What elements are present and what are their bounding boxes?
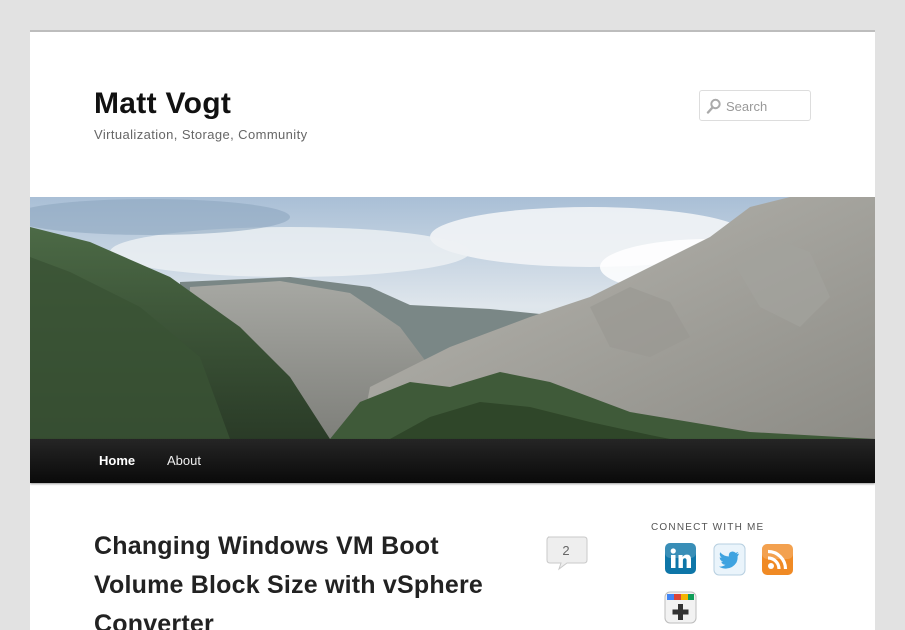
post-title[interactable]: Changing Windows VM Boot Volume Block Si… (94, 527, 514, 630)
main-nav: Home About (30, 439, 875, 483)
widget-title: CONNECT WITH ME (651, 522, 765, 533)
page-container: Matt Vogt Virtualization, Storage, Commu… (30, 30, 875, 630)
comment-count: 2 (562, 543, 570, 558)
nav-item-home[interactable]: Home (99, 439, 135, 483)
search-box[interactable] (699, 90, 811, 121)
search-icon (706, 98, 721, 114)
rss-icon[interactable] (761, 543, 794, 576)
search-input[interactable] (726, 96, 806, 116)
google-plus-icon[interactable] (664, 591, 697, 624)
header-banner-image (30, 197, 875, 439)
linkedin-icon[interactable] (664, 542, 697, 575)
twitter-icon[interactable] (713, 543, 746, 576)
comment-count-bubble[interactable]: 2 (545, 535, 589, 571)
nav-item-about[interactable]: About (167, 439, 201, 483)
site-title[interactable]: Matt Vogt (94, 87, 231, 121)
mountain-landscape-image (30, 197, 875, 439)
site-description: Virtualization, Storage, Community (94, 127, 308, 142)
